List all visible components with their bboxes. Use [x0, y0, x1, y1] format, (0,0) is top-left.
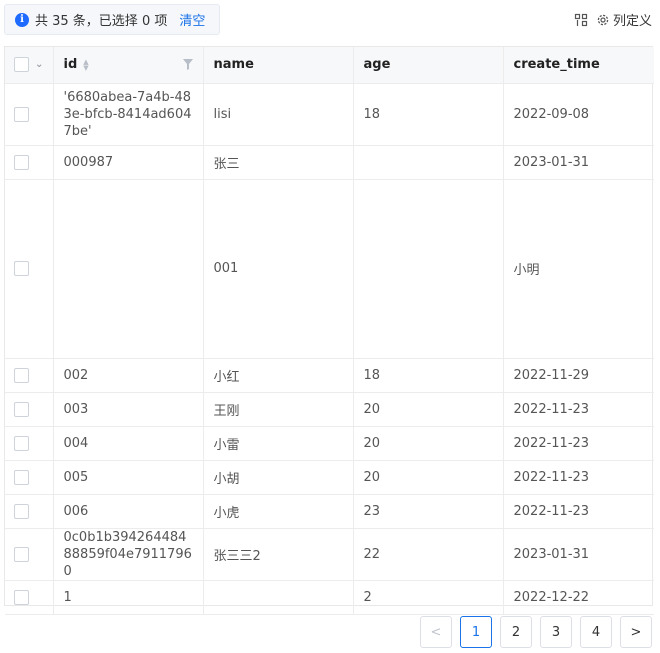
- table-row: 006 小虎 23 2022-11-23: [5, 494, 654, 529]
- cell-name: 小胡: [203, 460, 354, 495]
- table-row: 1 2 2022-12-22: [5, 580, 654, 615]
- column-header-id[interactable]: id ▲ ▼: [53, 47, 204, 84]
- cell-name: [203, 580, 354, 615]
- row-select-cell: [5, 392, 54, 427]
- row-select-cell: [5, 145, 54, 180]
- cell-name: 王刚: [203, 392, 354, 427]
- cell-name: lisi: [203, 83, 354, 146]
- cell-id: '6680abea-7a4b-483e-bfcb-8414ad6047be': [53, 83, 204, 146]
- row-select-cell: [5, 83, 54, 146]
- cell-id: 000987: [53, 145, 204, 180]
- page-button-4[interactable]: 4: [580, 616, 612, 648]
- cell-create-time: 小明: [503, 179, 654, 359]
- column-header-age[interactable]: age: [353, 47, 504, 84]
- table-row: 001 小明: [5, 179, 654, 359]
- cell-name: 张三: [203, 145, 354, 180]
- cell-age: 20: [353, 426, 504, 461]
- row-checkbox[interactable]: [14, 401, 29, 417]
- cell-age: 18: [353, 83, 504, 146]
- cell-age: 20: [353, 392, 504, 427]
- column-header-name[interactable]: name: [203, 47, 354, 84]
- gear-icon: [597, 14, 609, 25]
- row-select-cell: [5, 528, 54, 581]
- cell-id: 005: [53, 460, 204, 495]
- row-select-cell: [5, 460, 54, 495]
- filter-icon[interactable]: [182, 59, 193, 71]
- row-select-cell: [5, 179, 54, 359]
- cell-age: 18: [353, 358, 504, 393]
- row-checkbox[interactable]: [14, 106, 29, 122]
- table-row: '6680abea-7a4b-483e-bfcb-8414ad6047be' l…: [5, 83, 654, 146]
- cell-create-time: 2023-01-31: [503, 528, 654, 581]
- cell-age: [353, 179, 504, 359]
- cell-create-time: 2022-11-23: [503, 494, 654, 529]
- row-checkbox[interactable]: [14, 546, 29, 562]
- info-icon: i: [15, 12, 29, 27]
- cell-age: 20: [353, 460, 504, 495]
- cell-name: 小红: [203, 358, 354, 393]
- cell-age: 23: [353, 494, 504, 529]
- cell-age: 22: [353, 528, 504, 581]
- cell-create-time: 2022-11-23: [503, 460, 654, 495]
- cell-create-time: 2022-11-23: [503, 392, 654, 427]
- table-row: 004 小雷 20 2022-11-23: [5, 426, 654, 461]
- cell-name: 小雷: [203, 426, 354, 461]
- cell-create-time: 2022-11-29: [503, 358, 654, 393]
- next-page-button[interactable]: >: [620, 616, 652, 648]
- column-header-id-label: id: [63, 57, 78, 73]
- data-table: ⌄ id ▲ ▼ name age create_time '6680abea-…: [4, 46, 654, 615]
- row-select-cell: [5, 494, 54, 529]
- row-select-cell: [5, 358, 54, 393]
- cell-id: 003: [53, 392, 204, 427]
- column-settings-label: 列定义: [612, 14, 652, 29]
- cell-id: 004: [53, 426, 204, 461]
- select-all-checkbox[interactable]: [14, 57, 29, 73]
- clear-selection-link[interactable]: 清空: [179, 10, 205, 29]
- cell-name: 001: [203, 179, 354, 359]
- cell-id: 006: [53, 494, 204, 529]
- cell-create-time: 2023-01-31: [503, 145, 654, 180]
- table-toolbar: 列定义: [574, 10, 652, 29]
- cell-id: [53, 179, 204, 359]
- header-select-cell: ⌄: [5, 47, 54, 84]
- cell-name: 小虎: [203, 494, 354, 529]
- table-row: 0c0b1b39426448488859f04e79117960 张三三2 22…: [5, 528, 654, 581]
- page-button-3[interactable]: 3: [540, 616, 572, 648]
- cell-create-time: 2022-12-22: [503, 580, 654, 615]
- row-checkbox[interactable]: [14, 469, 29, 485]
- table-row: 003 王刚 20 2022-11-23: [5, 392, 654, 427]
- cell-id: 1: [53, 580, 204, 615]
- column-header-create-time[interactable]: create_time: [503, 47, 654, 84]
- row-checkbox[interactable]: [14, 435, 29, 451]
- density-toggle-button[interactable]: [574, 13, 588, 27]
- row-checkbox[interactable]: [14, 367, 29, 383]
- table-row: 005 小胡 20 2022-11-23: [5, 460, 654, 495]
- cell-name: 张三三2: [203, 528, 354, 581]
- column-layout-icon: [574, 13, 588, 26]
- selection-summary: 共 35 条，已选择 0 项: [35, 14, 168, 29]
- table-row: 002 小红 18 2022-11-29: [5, 358, 654, 393]
- page-button-1[interactable]: 1: [460, 616, 492, 648]
- prev-page-button[interactable]: <: [420, 616, 452, 648]
- row-checkbox[interactable]: [14, 261, 29, 276]
- cell-id: 0c0b1b39426448488859f04e79117960: [53, 528, 204, 581]
- sort-icon[interactable]: ▲ ▼: [83, 58, 88, 71]
- column-settings-button[interactable]: 列定义: [596, 10, 652, 29]
- cell-create-time: 2022-09-08: [503, 83, 654, 146]
- cell-id: 002: [53, 358, 204, 393]
- cell-create-time: 2022-11-23: [503, 426, 654, 461]
- cell-age: [353, 145, 504, 180]
- chevron-down-icon[interactable]: ⌄: [35, 59, 43, 70]
- table-row: 000987 张三 2023-01-31: [5, 145, 654, 180]
- row-select-cell: [5, 580, 54, 615]
- row-checkbox[interactable]: [14, 503, 29, 519]
- table-header-row: ⌄ id ▲ ▼ name age create_time: [5, 47, 654, 84]
- pagination: < 1 2 3 4 >: [420, 616, 652, 648]
- row-checkbox[interactable]: [14, 589, 29, 605]
- row-select-cell: [5, 426, 54, 461]
- selection-info-bar: i 共 35 条，已选择 0 项 清空: [4, 4, 220, 35]
- page-button-2[interactable]: 2: [500, 616, 532, 648]
- cell-age: 2: [353, 580, 504, 615]
- row-checkbox[interactable]: [14, 154, 29, 170]
